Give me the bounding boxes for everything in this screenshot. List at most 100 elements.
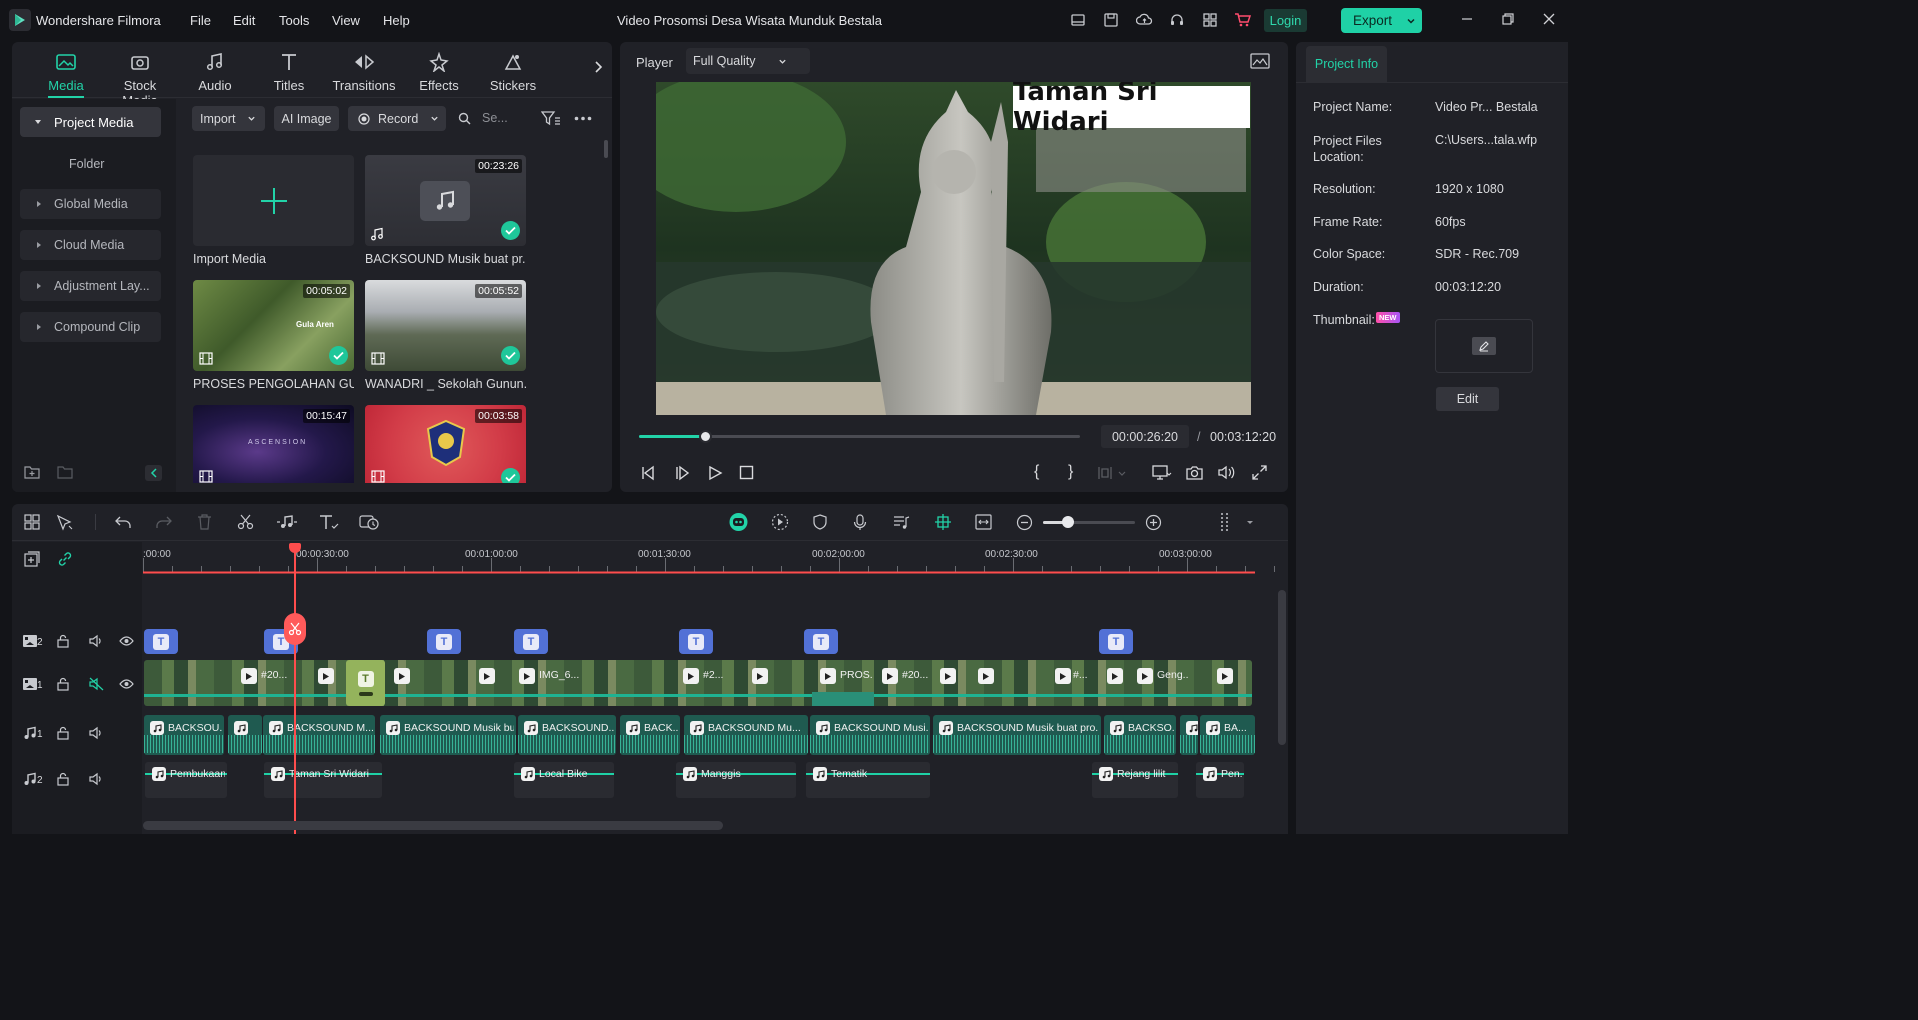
menu-tools[interactable]: Tools [279, 13, 309, 28]
thumbnail-box[interactable] [1435, 319, 1533, 373]
tab-project-info[interactable]: Project Info [1306, 46, 1387, 82]
title-clip[interactable]: T [427, 629, 461, 654]
audio-clip[interactable]: Local Bike [514, 762, 614, 798]
fit-timeline-icon[interactable] [975, 514, 992, 530]
audio-clip[interactable]: Tematik [806, 762, 930, 798]
audio-split-icon[interactable] [276, 514, 298, 530]
lock-icon[interactable] [57, 677, 69, 691]
snapshot-image-icon[interactable] [1250, 53, 1270, 69]
menu-edit[interactable]: Edit [233, 13, 255, 28]
media-item-gula-aren[interactable]: 00:05:02 Gula Aren [193, 280, 354, 371]
audio-clip[interactable]: Rejang lilit [1092, 762, 1178, 798]
restore-icon[interactable] [1501, 12, 1515, 26]
layout-grid-icon[interactable] [24, 514, 40, 530]
audio-clip[interactable] [228, 715, 262, 755]
undo-icon[interactable] [115, 515, 132, 529]
search-icon[interactable] [458, 112, 471, 125]
login-button[interactable]: Login [1264, 9, 1307, 32]
track-layout-icon[interactable] [1219, 512, 1253, 532]
audio-clip[interactable]: Taman Sri Widari [264, 762, 382, 798]
save-icon[interactable] [1103, 12, 1119, 28]
title-clip[interactable]: T [1099, 629, 1133, 654]
current-time-box[interactable]: 00:00:26:20 [1101, 425, 1189, 448]
speaker-muted-icon[interactable] [89, 677, 104, 691]
eye-icon[interactable] [119, 678, 134, 690]
headset-support-icon[interactable] [1169, 12, 1185, 28]
mark-in-icon[interactable]: { [1034, 463, 1039, 481]
audio-clip[interactable]: BACKSOUND M... [263, 715, 375, 755]
search-input[interactable]: Se... [482, 111, 522, 125]
sidebar-item-folder[interactable]: Folder [69, 157, 104, 171]
audio-clip[interactable]: Pembukaan [145, 762, 227, 798]
snap-magnet-icon[interactable] [934, 513, 952, 531]
lock-icon[interactable] [57, 772, 69, 786]
tab-stickers[interactable]: Stickers [478, 50, 548, 93]
audio-clip[interactable]: BACKSOUND... [518, 715, 616, 755]
audio-clip[interactable]: Manggis [676, 762, 796, 798]
layout-icon[interactable] [1070, 12, 1086, 28]
media-item-ascension[interactable]: 00:15:47 ASCENSION [193, 405, 354, 483]
tab-titles[interactable]: Titles [254, 50, 324, 93]
quality-dropdown[interactable]: Full Quality [686, 48, 810, 74]
chevron-down-icon[interactable] [1406, 16, 1416, 26]
zoom-slider[interactable] [1043, 516, 1135, 528]
speaker-icon[interactable] [89, 634, 103, 648]
zoom-out-icon[interactable] [1016, 514, 1033, 531]
timeline-vertical-scrollbar[interactable] [1278, 590, 1286, 745]
title-clip[interactable]: T [144, 629, 178, 654]
add-track-icon[interactable] [24, 551, 40, 567]
zoom-slider-handle[interactable] [1062, 516, 1074, 528]
sidebar-item-compound-clip[interactable]: Compound Clip [20, 312, 161, 342]
import-dropdown[interactable]: Import [192, 106, 265, 131]
previous-frame-icon[interactable] [640, 465, 656, 481]
split-marker[interactable] [284, 613, 306, 645]
export-button[interactable]: Export [1341, 8, 1422, 33]
display-settings-icon[interactable] [1152, 465, 1172, 481]
audio-mixer-icon[interactable] [893, 514, 910, 530]
stop-icon[interactable] [739, 465, 754, 480]
close-icon[interactable] [1542, 12, 1556, 26]
audio-clip[interactable]: BACKSOUND Mu... [684, 715, 808, 755]
delete-icon[interactable] [197, 514, 212, 530]
play-frame-icon[interactable] [674, 465, 690, 481]
audio-clip[interactable]: BACK... [620, 715, 680, 755]
title-on-video-clip[interactable]: T [346, 660, 385, 706]
text-tool-icon[interactable] [319, 514, 339, 530]
sidebar-item-project-media[interactable]: Project Media [20, 107, 161, 137]
lock-icon[interactable] [57, 726, 69, 740]
cloud-upload-icon[interactable] [1136, 12, 1153, 28]
folder-move-icon[interactable] [57, 465, 73, 479]
video-preview[interactable]: Taman Sri Widari [656, 82, 1251, 415]
tab-audio[interactable]: Audio [180, 50, 250, 93]
media-item-wanadri[interactable]: 00:05:52 [365, 280, 526, 371]
audio-clip[interactable] [1180, 715, 1198, 755]
speaker-icon[interactable] [89, 772, 103, 786]
audio-clip[interactable]: BACKSO... [1104, 715, 1176, 755]
ai-copilot-icon[interactable] [728, 512, 749, 532]
tab-transitions[interactable]: Transitions [329, 50, 399, 93]
ai-image-button[interactable]: AI Image [274, 106, 339, 131]
link-icon[interactable] [57, 551, 73, 567]
speaker-icon[interactable] [89, 726, 103, 740]
audio-clip[interactable]: BA... [1200, 715, 1255, 755]
menu-view[interactable]: View [332, 13, 360, 28]
audio-clip[interactable]: BACKSOU... [144, 715, 224, 755]
mark-out-icon[interactable]: } [1068, 463, 1073, 481]
insert-clip-icon[interactable] [1097, 465, 1127, 481]
timeline-horizontal-scrollbar[interactable] [143, 821, 723, 830]
zoom-in-icon[interactable] [1145, 514, 1162, 531]
menu-help[interactable]: Help [383, 13, 410, 28]
cart-icon[interactable] [1234, 11, 1252, 29]
lock-icon[interactable] [57, 634, 69, 648]
marker-shield-icon[interactable] [812, 514, 828, 530]
media-item-bestala-logo[interactable]: 00:03:58 [365, 405, 526, 483]
audio-clip[interactable]: Pen... [1196, 762, 1244, 798]
volume-icon[interactable] [1218, 465, 1235, 480]
eye-icon[interactable] [119, 635, 134, 647]
title-clip[interactable]: T [804, 629, 838, 654]
tab-media[interactable]: Media [31, 50, 101, 93]
audio-clip[interactable]: BACKSOUND Musi... [810, 715, 930, 755]
menu-file[interactable]: File [190, 13, 211, 28]
fullscreen-icon[interactable] [1252, 465, 1267, 480]
more-options-icon[interactable] [574, 116, 592, 121]
